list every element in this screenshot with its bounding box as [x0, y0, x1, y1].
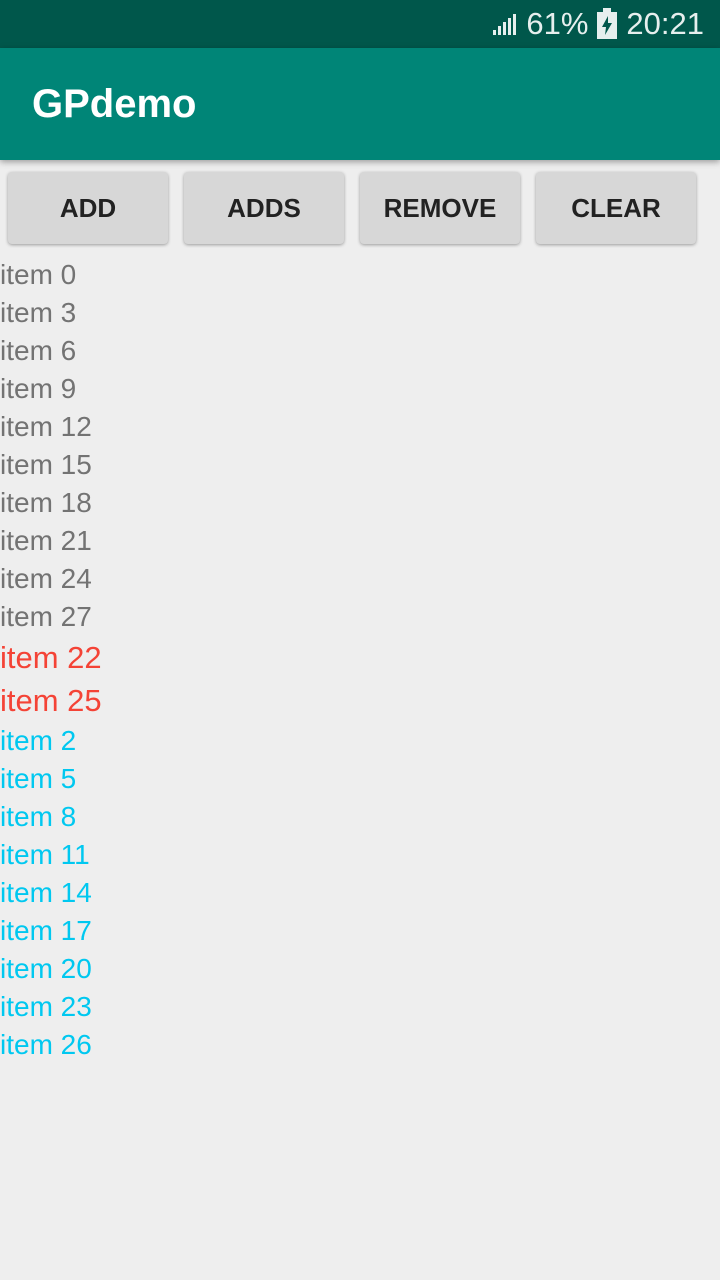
- list-item[interactable]: item 2: [0, 722, 720, 760]
- battery-percent: 61%: [526, 6, 589, 41]
- item-list: item 0 item 3 item 6 item 9 item 12 item 15 it…: [0, 256, 720, 1064]
- list-item[interactable]: item 20: [0, 950, 720, 988]
- status-icons: 61% 20:21: [492, 0, 704, 48]
- list-item[interactable]: item 9: [0, 370, 720, 408]
- list-item[interactable]: item 17: [0, 912, 720, 950]
- list-item[interactable]: item 27: [0, 598, 720, 636]
- list-item[interactable]: item 3: [0, 294, 720, 332]
- signal-icon: [492, 12, 518, 36]
- list-item[interactable]: item 5: [0, 760, 720, 798]
- list-item[interactable]: item 11: [0, 836, 720, 874]
- adds-button[interactable]: ADDS: [184, 172, 344, 244]
- list-item[interactable]: item 0: [0, 256, 720, 294]
- app-bar: GPdemo: [0, 48, 720, 160]
- list-item[interactable]: item 6: [0, 332, 720, 370]
- list-item[interactable]: item 26: [0, 1026, 720, 1064]
- button-row: ADD ADDS REMOVE CLEAR: [0, 160, 720, 256]
- list-item[interactable]: item 8: [0, 798, 720, 836]
- clear-button[interactable]: CLEAR: [536, 172, 696, 244]
- list-item[interactable]: item 25: [0, 679, 720, 722]
- remove-button[interactable]: REMOVE: [360, 172, 520, 244]
- list-item[interactable]: item 23: [0, 988, 720, 1026]
- status-bar: 61% 20:21: [0, 0, 720, 48]
- list-item[interactable]: item 21: [0, 522, 720, 560]
- list-item[interactable]: item 12: [0, 408, 720, 446]
- list-item[interactable]: item 15: [0, 446, 720, 484]
- app-title: GPdemo: [32, 82, 197, 126]
- list-item[interactable]: item 14: [0, 874, 720, 912]
- battery-charging-icon: [596, 8, 618, 40]
- list-item[interactable]: item 22: [0, 636, 720, 679]
- add-button[interactable]: ADD: [8, 172, 168, 244]
- clock-time: 20:21: [626, 6, 704, 41]
- list-item[interactable]: item 24: [0, 560, 720, 598]
- list-item[interactable]: item 18: [0, 484, 720, 522]
